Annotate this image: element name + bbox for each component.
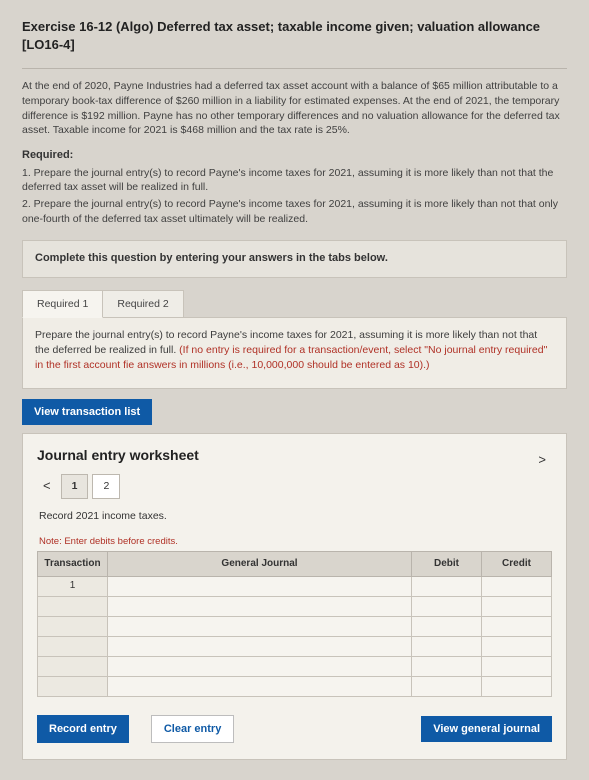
txn-number-cell [38,656,108,676]
col-general-journal: General Journal [108,551,412,576]
worksheet-page-1[interactable]: 1 [61,474,89,499]
debit-cell[interactable] [412,676,482,696]
txn-number-cell [38,676,108,696]
tab-required-1[interactable]: Required 1 [22,290,103,319]
credit-cell[interactable] [482,636,552,656]
account-cell[interactable] [108,576,412,596]
col-debit: Debit [412,551,482,576]
credit-cell[interactable] [482,616,552,636]
txn-number-cell: 1 [38,576,108,596]
txn-number-cell [38,636,108,656]
debit-cell[interactable] [412,596,482,616]
required-label: Required: [22,148,567,163]
worksheet-title: Journal entry worksheet [37,446,199,466]
debit-cell[interactable] [412,656,482,676]
required-item-1: 1. Prepare the journal entry(s) to recor… [22,166,567,195]
tabs: Required 1 Required 2 [22,290,567,319]
exercise-title: Exercise 16-12 (Algo) Deferred tax asset… [22,18,567,54]
view-general-journal-button[interactable]: View general journal [421,716,552,742]
credit-cell[interactable] [482,676,552,696]
account-cell[interactable] [108,596,412,616]
chevron-left-icon[interactable]: < [37,475,57,497]
worksheet-actions: Record entry Clear entry View general jo… [37,715,552,743]
scenario-text: At the end of 2020, Payne Industries had… [22,79,567,138]
account-cell[interactable] [108,656,412,676]
clear-entry-button[interactable]: Clear entry [151,715,234,743]
table-row [38,676,552,696]
table-row [38,596,552,616]
credit-cell[interactable] [482,596,552,616]
table-row: 1 [38,576,552,596]
record-entry-button[interactable]: Record entry [37,715,129,743]
required-item-2: 2. Prepare the journal entry(s) to recor… [22,197,567,226]
tab-required-2[interactable]: Required 2 [102,290,183,319]
account-cell[interactable] [108,616,412,636]
account-cell[interactable] [108,676,412,696]
tab-panel: Prepare the journal entry(s) to record P… [22,317,567,389]
txn-number-cell [38,596,108,616]
debit-cell[interactable] [412,616,482,636]
table-row [38,656,552,676]
journal-table: Transaction General Journal Debit Credit… [37,551,552,697]
journal-worksheet: Journal entry worksheet > < 1 2 Record 2… [22,433,567,759]
worksheet-subtitle: Record 2021 income taxes. [39,509,552,524]
worksheet-note: Note: Enter debits before credits. [39,535,552,548]
col-transaction: Transaction [38,551,108,576]
credit-cell[interactable] [482,576,552,596]
worksheet-page-nav: < 1 2 [37,474,552,499]
worksheet-page-2[interactable]: 2 [92,474,120,499]
divider [22,68,567,69]
account-cell[interactable] [108,636,412,656]
chevron-right-icon[interactable]: > [532,449,552,471]
txn-number-cell [38,616,108,636]
view-transaction-list-button[interactable]: View transaction list [22,399,152,425]
debit-cell[interactable] [412,576,482,596]
table-row [38,616,552,636]
debit-cell[interactable] [412,636,482,656]
credit-cell[interactable] [482,656,552,676]
table-row [38,636,552,656]
col-credit: Credit [482,551,552,576]
instruction-bar: Complete this question by entering your … [22,240,567,277]
